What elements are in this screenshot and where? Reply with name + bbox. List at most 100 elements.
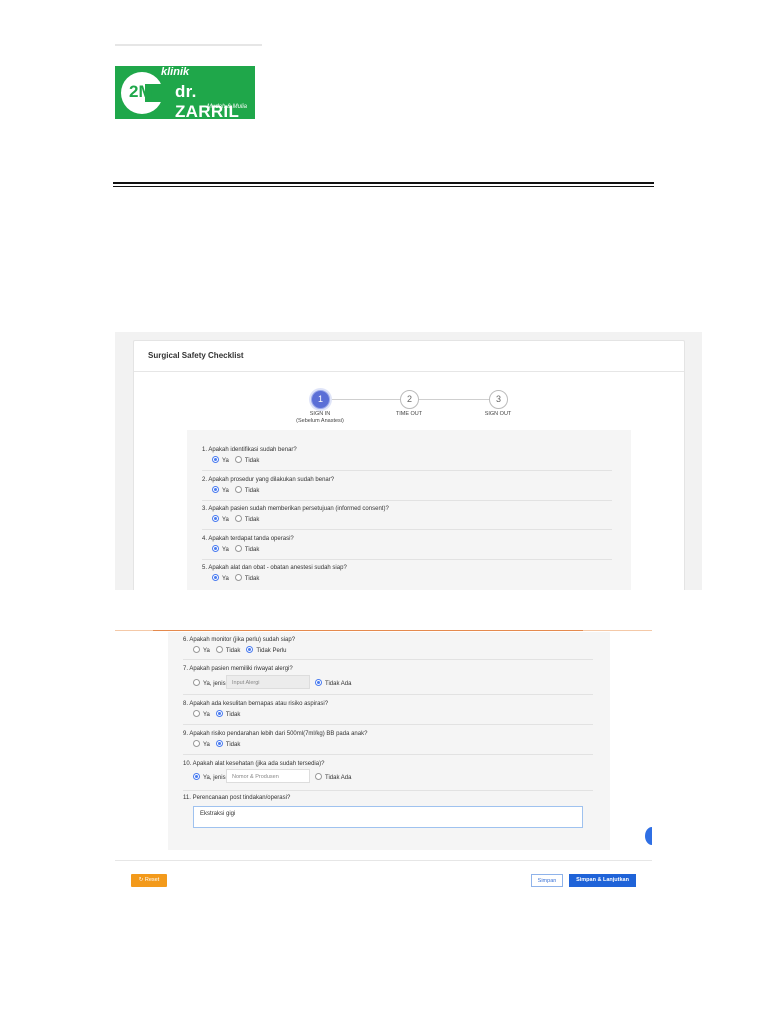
step-1-label: SIGN IN	[309, 411, 331, 417]
question-2-options: Ya Tidak	[212, 486, 265, 494]
question-7-option-tidak-ada[interactable]: Tidak Ada	[315, 679, 351, 687]
radio-unchecked-icon	[193, 679, 200, 686]
question-4-options: Ya Tidak	[212, 545, 265, 553]
step-2-circle[interactable]: 2	[400, 390, 419, 409]
logo-prefix: klinik	[161, 66, 190, 78]
perencanaan-textarea[interactable]: Ekstraksi gigi	[193, 806, 583, 828]
radio-checked-icon	[315, 679, 322, 686]
question-11: 11. Perencanaan post tindakan/operasi?	[183, 795, 291, 801]
question-9-options: Ya Tidak	[193, 740, 246, 748]
radio-ya[interactable]: Ya	[212, 456, 229, 464]
question-3-options: Ya Tidak	[212, 515, 265, 523]
question-divider	[183, 694, 593, 695]
radio-checked-icon	[246, 646, 254, 653]
clinic-logo: 2M klinik dr. ZARRIL Mudah & Mulia	[115, 66, 255, 121]
alat-kesehatan-input[interactable]: Nomor & Produsen	[226, 769, 310, 783]
radio-tidak[interactable]: Tidak	[234, 574, 259, 582]
question-5: 5. Apakah alat dan obat - obatan anestes…	[202, 565, 347, 571]
radio-checked-icon	[212, 486, 219, 493]
radio-unchecked-icon	[234, 486, 242, 493]
question-divider	[183, 659, 593, 660]
step-2-label: TIME OUT	[395, 411, 423, 417]
question-8: 8. Apakah ada kesulitan bernapas atau ri…	[183, 701, 329, 707]
radio-ya[interactable]: Ya	[193, 740, 210, 748]
radio-tidak[interactable]: Tidak	[215, 646, 240, 654]
question-7-option-ya[interactable]: Ya, jenis	[193, 679, 226, 687]
question-divider	[202, 470, 612, 471]
radio-ya[interactable]: Ya	[212, 574, 229, 582]
logo-top-line	[115, 44, 262, 46]
alergi-input[interactable]: Input Alergi	[226, 675, 310, 689]
questions-panel-continued: 6. Apakah monitor (jika perlu) sudah sia…	[168, 632, 610, 850]
radio-tidak[interactable]: Tidak	[234, 515, 259, 523]
questions-panel: 1. Apakah identifikasi sudah benar? Ya Ti…	[187, 430, 631, 590]
header-rule-thin	[113, 186, 654, 187]
radio-checked-icon	[212, 574, 219, 581]
radio-unchecked-icon	[234, 574, 242, 581]
radio-checked-icon	[212, 456, 219, 463]
radio-tidak[interactable]: Tidak	[215, 710, 240, 718]
save-button[interactable]: Simpan	[531, 874, 563, 887]
card-divider	[134, 371, 684, 372]
radio-unchecked-icon	[193, 740, 200, 747]
question-6: 6. Apakah monitor (jika perlu) sudah sia…	[183, 637, 296, 643]
step-3-label: SIGN OUT	[484, 411, 512, 417]
radio-tidak[interactable]: Tidak	[234, 456, 259, 464]
radio-ya[interactable]: Ya	[212, 515, 229, 523]
radio-ya[interactable]: Ya	[193, 710, 210, 718]
footer-divider	[115, 860, 652, 861]
radio-ya[interactable]: Ya	[212, 486, 229, 494]
radio-unchecked-icon	[193, 646, 200, 653]
question-8-options: Ya Tidak	[193, 710, 246, 718]
radio-tidak[interactable]: Tidak	[234, 486, 259, 494]
question-2: 2. Apakah prosedur yang dilakukan sudah …	[202, 477, 335, 483]
question-divider	[183, 790, 593, 791]
question-1: 1. Apakah identifikasi sudah benar?	[202, 447, 297, 453]
question-divider	[202, 559, 612, 560]
floating-action-button[interactable]	[645, 827, 652, 845]
radio-unchecked-icon	[193, 710, 200, 717]
radio-tidak[interactable]: Tidak	[234, 545, 259, 553]
radio-ya[interactable]: Ya	[193, 646, 210, 654]
radio-checked-icon	[193, 773, 200, 780]
radio-unchecked-icon	[215, 646, 223, 653]
radio-checked-icon	[212, 545, 219, 552]
checklist-title: Surgical Safety Checklist	[148, 351, 244, 360]
question-3: 3. Apakah pasien sudah memberikan perset…	[202, 506, 389, 512]
header-rule-thick	[113, 182, 654, 184]
save-and-continue-button[interactable]: Simpan & Lanjutkan	[569, 874, 636, 887]
question-10-option-tidak-ada[interactable]: Tidak Ada	[315, 773, 351, 781]
question-10-option-ya[interactable]: Ya, jenis	[193, 773, 226, 781]
question-10: 10. Apakah alat kesehatan (jika ada suda…	[183, 761, 325, 767]
radio-tidak[interactable]: Tidak	[215, 740, 240, 748]
reset-button[interactable]: ↻ Reset	[131, 874, 167, 887]
question-4: 4. Apakah terdapat tanda operasi?	[202, 536, 294, 542]
question-divider	[202, 500, 612, 501]
question-9: 9. Apakah risiko pendarahan lebih dari 5…	[183, 731, 368, 737]
stepper-line	[329, 399, 409, 400]
question-5-options: Ya Tidak	[212, 574, 265, 582]
step-1-circle[interactable]: 1	[311, 390, 330, 409]
radio-unchecked-icon	[234, 545, 242, 552]
radio-unchecked-icon	[315, 773, 322, 780]
logo-name: dr. ZARRIL	[175, 82, 240, 121]
radio-checked-icon	[215, 710, 223, 717]
question-1-options: Ya Tidak	[212, 456, 265, 464]
question-divider	[183, 754, 593, 755]
logo-tagline: Mudah & Mulia	[207, 104, 248, 110]
question-divider	[202, 529, 612, 530]
step-1-sublabel: (Sebelum Anastesi)	[296, 418, 344, 424]
top-border-accent	[153, 630, 583, 631]
radio-checked-icon	[212, 515, 219, 522]
step-3-circle[interactable]: 3	[489, 390, 508, 409]
radio-tidak-perlu[interactable]: Tidak Perlu	[246, 646, 286, 654]
screenshot-sign-in-continued: 6. Apakah monitor (jika perlu) sudah sia…	[115, 630, 652, 888]
question-6-options: Ya Tidak Tidak Perlu	[193, 646, 292, 654]
logo-mark: 2M	[129, 82, 153, 101]
radio-unchecked-icon	[234, 456, 242, 463]
radio-ya[interactable]: Ya	[212, 545, 229, 553]
radio-unchecked-icon	[234, 515, 242, 522]
radio-checked-icon	[215, 740, 223, 747]
question-7: 7. Apakah pasien memiliki riwayat alergi…	[183, 666, 293, 672]
screenshot-sign-in: Surgical Safety Checklist 1 SIGN IN (Seb…	[115, 332, 702, 590]
